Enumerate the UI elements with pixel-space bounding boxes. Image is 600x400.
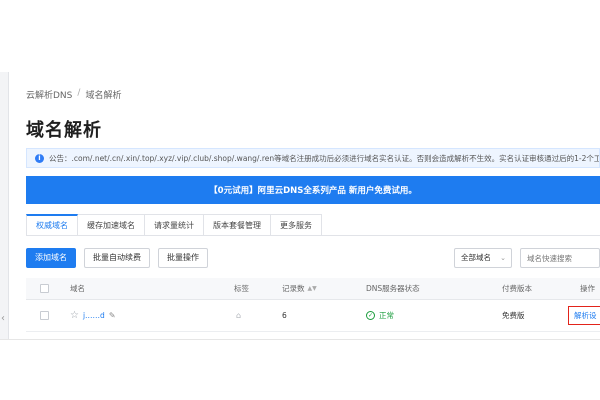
domain-cell: ☆ j……d ✎ (70, 300, 116, 331)
notice-text: 公告：.com/.net/.cn/.xin/.top/.xyz/.vip/.cl… (49, 153, 600, 163)
row-checkbox[interactable] (40, 311, 49, 320)
dns-status-cell: ✓ 正常 (366, 300, 394, 331)
info-icon: i (35, 153, 44, 163)
select-all-checkbox[interactable] (40, 284, 49, 293)
column-dns-status: DNS服务器状态 (366, 284, 420, 293)
filter-bar: 全部域名 ⌄ (454, 248, 600, 268)
page-title: 域名解析 (26, 120, 102, 141)
column-records[interactable]: 记录数 ▲▼ (282, 278, 317, 299)
breadcrumb: 云解析DNS / 域名解析 (26, 88, 121, 101)
select-all-cell (40, 278, 49, 299)
version-cell: 免费版 (502, 311, 525, 320)
screen: ‹ 云解析DNS / 域名解析 域名解析 i 公告：.com/.net/.cn/… (0, 0, 600, 400)
batch-renew-button[interactable]: 批量自动续费 (84, 248, 150, 268)
left-rail: ‹ (0, 72, 9, 339)
domain-filter-select[interactable]: 全部域名 ⌄ (454, 248, 512, 268)
domain-filter-value: 全部域名 (461, 253, 491, 262)
tab-cache-acceleration[interactable]: 缓存加速域名 (78, 214, 145, 236)
toolbar: 添加域名 批量自动续费 批量操作 (26, 248, 208, 268)
resolve-settings-link[interactable]: 解析设 (568, 306, 600, 325)
status-ok: ✓ 正常 (366, 310, 394, 321)
column-version: 付费版本 (502, 284, 532, 293)
notice-bar: i 公告：.com/.net/.cn/.xin/.top/.xyz/.vip/.… (26, 148, 600, 168)
tab-bar: 权威域名 缓存加速域名 请求量统计 版本套餐管理 更多服务 (26, 214, 322, 236)
check-circle-icon: ✓ (366, 311, 375, 320)
breadcrumb-root[interactable]: 云解析DNS (26, 88, 72, 101)
tag-icon[interactable]: ⌂ (236, 311, 241, 320)
column-tag: 标签 (234, 284, 249, 293)
tag-cell: ⌂ (236, 300, 241, 331)
add-domain-button[interactable]: 添加域名 (26, 248, 76, 268)
actions-cell: 解析设 (568, 300, 600, 331)
sort-icon: ▲▼ (307, 285, 317, 292)
breadcrumb-separator: / (77, 88, 81, 98)
promo-banner-text: 【0元试用】阿里云DNS全系列产品 新用户免费试用。 (209, 186, 417, 196)
column-records-label: 记录数 (282, 284, 305, 293)
domain-search-input[interactable] (520, 248, 600, 268)
star-icon[interactable]: ☆ (70, 310, 79, 321)
promo-banner[interactable]: 【0元试用】阿里云DNS全系列产品 新用户免费试用。 (26, 176, 600, 204)
breadcrumb-current: 域名解析 (85, 91, 122, 101)
table-row: ☆ j……d ✎ ⌂ 6 ✓ 正常 免费版 解析设 (26, 300, 600, 332)
records-count: 6 (282, 311, 287, 320)
column-domain: 域名 (70, 284, 85, 293)
collapse-arrow-icon[interactable]: ‹ (1, 312, 8, 326)
table-header: 域名 标签 记录数 ▲▼ DNS服务器状态 付费版本 操作 (26, 278, 600, 300)
batch-operations-button[interactable]: 批量操作 (158, 248, 208, 268)
row-select-cell (40, 300, 49, 331)
tab-authoritative-domains[interactable]: 权威域名 (26, 214, 78, 236)
console-screenshot: ‹ 云解析DNS / 域名解析 域名解析 i 公告：.com/.net/.cn/… (0, 72, 600, 340)
tabs-divider (26, 235, 600, 236)
domain-link[interactable]: j……d (83, 311, 105, 320)
dns-status-text: 正常 (379, 311, 394, 320)
tab-request-stats[interactable]: 请求量统计 (145, 214, 204, 236)
tab-plan-management[interactable]: 版本套餐管理 (204, 214, 271, 236)
column-actions: 操作 (580, 284, 595, 293)
tab-more-services[interactable]: 更多服务 (271, 214, 322, 236)
chevron-down-icon: ⌄ (500, 254, 506, 262)
edit-icon[interactable]: ✎ (109, 311, 116, 320)
